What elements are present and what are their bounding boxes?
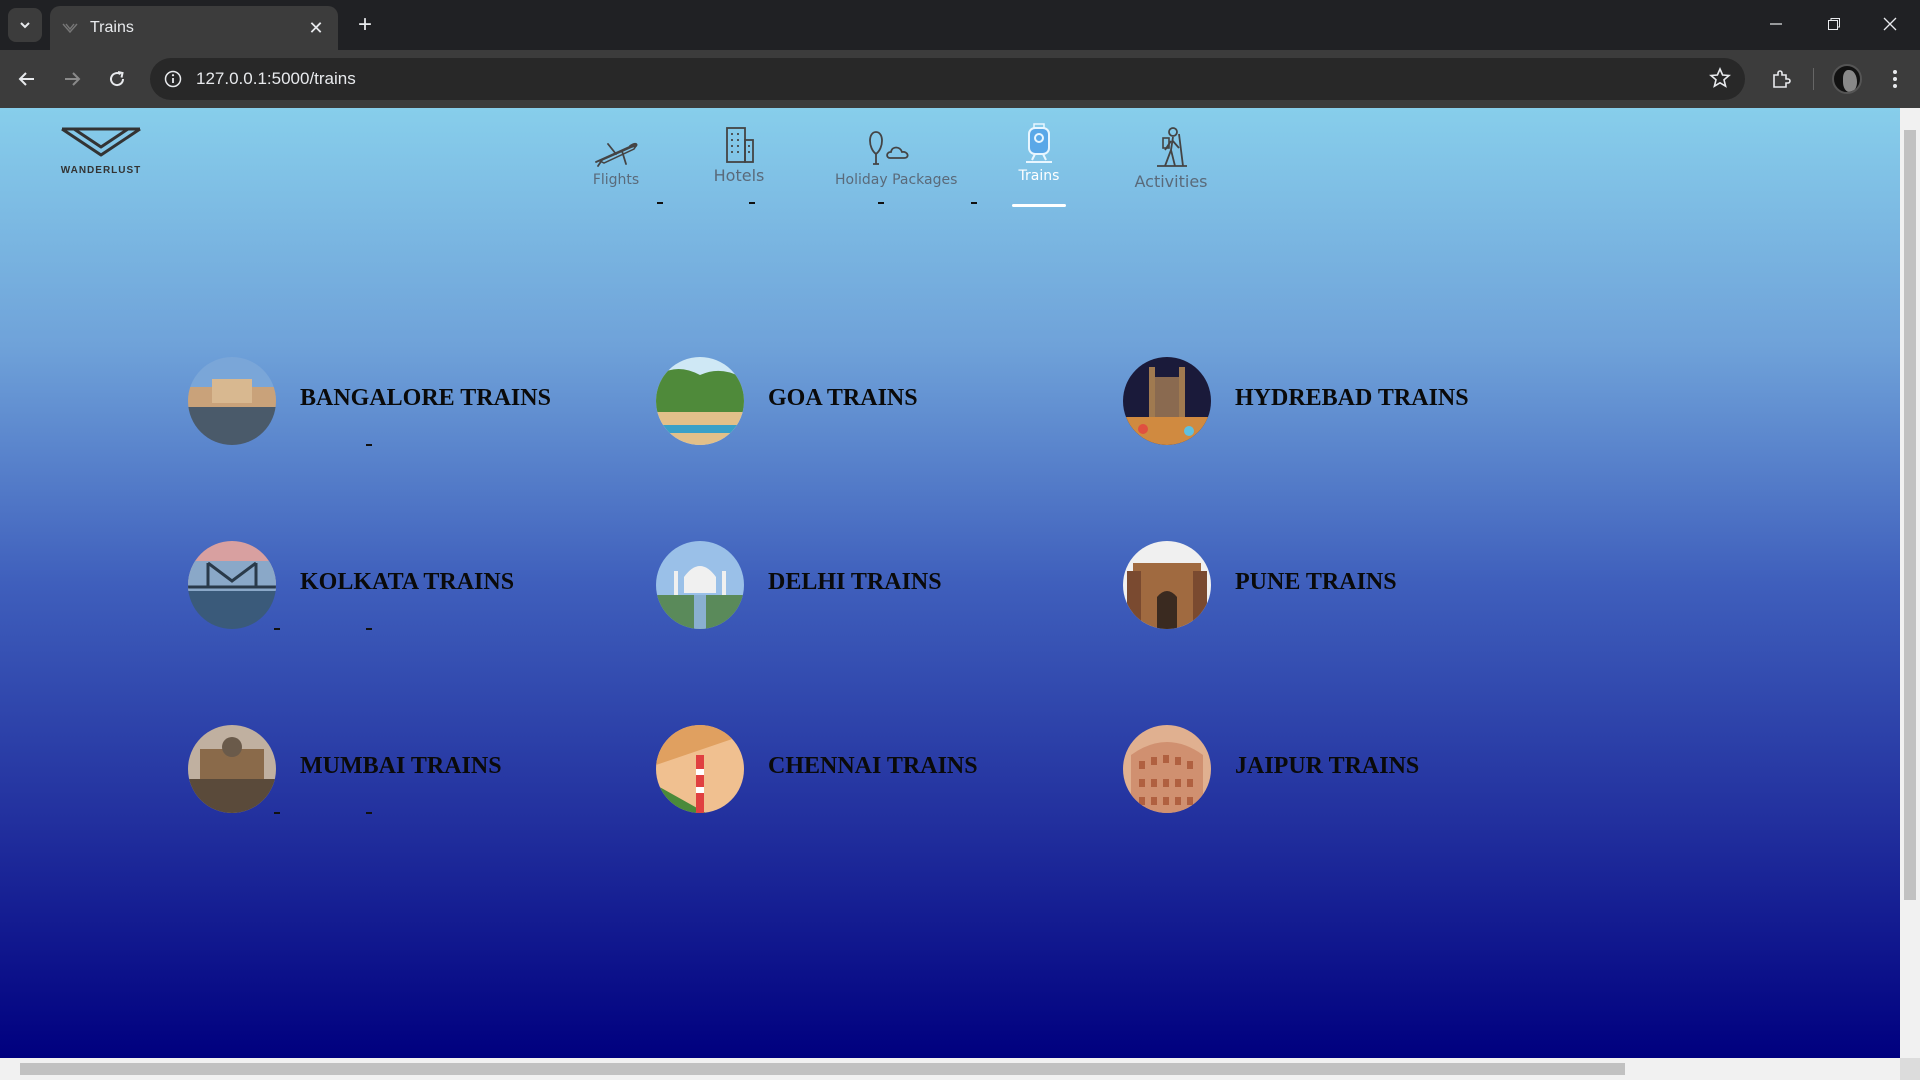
reload-button[interactable] [100, 62, 134, 96]
close-tab-icon[interactable]: ✕ [306, 18, 326, 38]
nav-item-holiday-packages[interactable]: Holiday Packages [835, 118, 958, 188]
address-bar[interactable]: 127.0.0.1:5000/trains [150, 58, 1745, 100]
city-photo [188, 725, 276, 813]
city-photo [656, 725, 744, 813]
city-card-goa[interactable]: GOA TRAINS [656, 357, 918, 445]
close-icon [1883, 17, 1897, 31]
extensions-button[interactable] [1764, 62, 1798, 96]
city-photo [656, 541, 744, 629]
scrollbar-corner [1900, 1058, 1920, 1080]
city-photo [656, 357, 744, 445]
balloon-icon [835, 118, 945, 170]
city-name[interactable]: JAIPUR TRAINS [1235, 753, 1419, 780]
nav-label-flights: Flights [592, 172, 640, 188]
horizontal-scroll-thumb[interactable] [20, 1063, 1625, 1075]
city-card-mumbai[interactable]: MUMBAI TRAINS [188, 725, 502, 813]
stray-link-underline [657, 202, 663, 204]
site-info-icon[interactable] [164, 70, 182, 88]
active-tab-indicator [1012, 204, 1066, 207]
reload-icon [110, 71, 125, 87]
nav-item-hotels[interactable]: Hotels [710, 112, 768, 185]
browser-toolbar: 127.0.0.1:5000/trains [0, 50, 1920, 108]
stray-link-underline [749, 202, 755, 204]
arrow-right-icon [65, 72, 81, 86]
nav-label-activities: Activities [1134, 172, 1208, 191]
browser-tab[interactable]: Trains ✕ [50, 6, 338, 50]
nav-label-hotels: Hotels [713, 166, 765, 185]
city-name[interactable]: DELHI TRAINS [768, 569, 942, 596]
city-card-bangalore[interactable]: BANGALORE TRAINS [188, 357, 551, 445]
nav-label-trains: Trains [1018, 168, 1060, 184]
minimize-icon [1770, 23, 1782, 25]
close-window-button[interactable] [1862, 0, 1918, 48]
city-card-pune[interactable]: PUNE TRAINS [1123, 541, 1397, 629]
city-name[interactable]: CHENNAI TRAINS [768, 753, 978, 780]
tab-search-button[interactable] [8, 8, 42, 42]
logo-text: WANDERLUST [60, 165, 142, 176]
logo-mark-icon [61, 127, 141, 157]
city-card-delhi[interactable]: DELHI TRAINS [656, 541, 942, 629]
city-name[interactable]: KOLKATA TRAINS [300, 569, 514, 596]
restore-icon [1828, 18, 1840, 30]
page-content: WANDERLUST Flights Hotels Holiday Packag… [0, 108, 1900, 1058]
kebab-menu-icon [1893, 70, 1897, 88]
back-button[interactable] [10, 62, 44, 96]
city-name[interactable]: HYDREBAD TRAINS [1235, 385, 1469, 412]
airplane-icon [580, 118, 652, 170]
minimize-button[interactable] [1748, 0, 1804, 48]
bookmark-star-icon[interactable] [1709, 66, 1731, 94]
chevron-down-icon [20, 22, 30, 29]
city-name[interactable]: BANGALORE TRAINS [300, 385, 551, 412]
restore-button[interactable] [1806, 0, 1862, 48]
wanderlust-logo[interactable]: WANDERLUST [58, 126, 144, 176]
url-text[interactable]: 127.0.0.1:5000/trains [196, 69, 356, 89]
train-icon [1012, 114, 1066, 166]
horizontal-scrollbar[interactable] [0, 1058, 1900, 1080]
building-icon [710, 112, 768, 164]
stray-link-underline [878, 202, 884, 204]
city-photo [188, 357, 276, 445]
arrow-left-icon [18, 72, 34, 86]
browser-menu-button[interactable] [1880, 62, 1910, 96]
city-name[interactable]: MUMBAI TRAINS [300, 753, 502, 780]
city-card-chennai[interactable]: CHENNAI TRAINS [656, 725, 978, 813]
city-name[interactable]: PUNE TRAINS [1235, 569, 1397, 596]
browser-tab-bar: Trains ✕ + [0, 0, 1920, 50]
nav-item-flights[interactable]: Flights [580, 118, 652, 188]
city-card-hydrebad[interactable]: HYDREBAD TRAINS [1123, 357, 1469, 445]
city-photo [1123, 357, 1211, 445]
forward-button[interactable] [55, 62, 89, 96]
city-card-jaipur[interactable]: JAIPUR TRAINS [1123, 725, 1419, 813]
new-tab-button[interactable]: + [352, 11, 378, 38]
city-name[interactable]: GOA TRAINS [768, 385, 918, 412]
city-photo [1123, 541, 1211, 629]
city-photo [1123, 725, 1211, 813]
puzzle-icon [1773, 70, 1791, 88]
profile-avatar[interactable] [1832, 64, 1862, 94]
vertical-scrollbar[interactable] [1900, 108, 1920, 1058]
hiker-icon [1134, 118, 1208, 170]
city-card-kolkata[interactable]: KOLKATA TRAINS [188, 541, 514, 629]
city-photo [188, 541, 276, 629]
tab-title: Trains [90, 19, 134, 36]
stray-link-underline [971, 202, 977, 204]
toolbar-separator [1813, 68, 1814, 90]
nav-item-activities[interactable]: Activities [1134, 118, 1208, 191]
vertical-scroll-thumb[interactable] [1904, 130, 1916, 900]
nav-label-holiday-packages: Holiday Packages [835, 172, 958, 188]
nav-item-trains[interactable]: Trains [1012, 114, 1066, 184]
site-favicon-icon [62, 20, 78, 36]
